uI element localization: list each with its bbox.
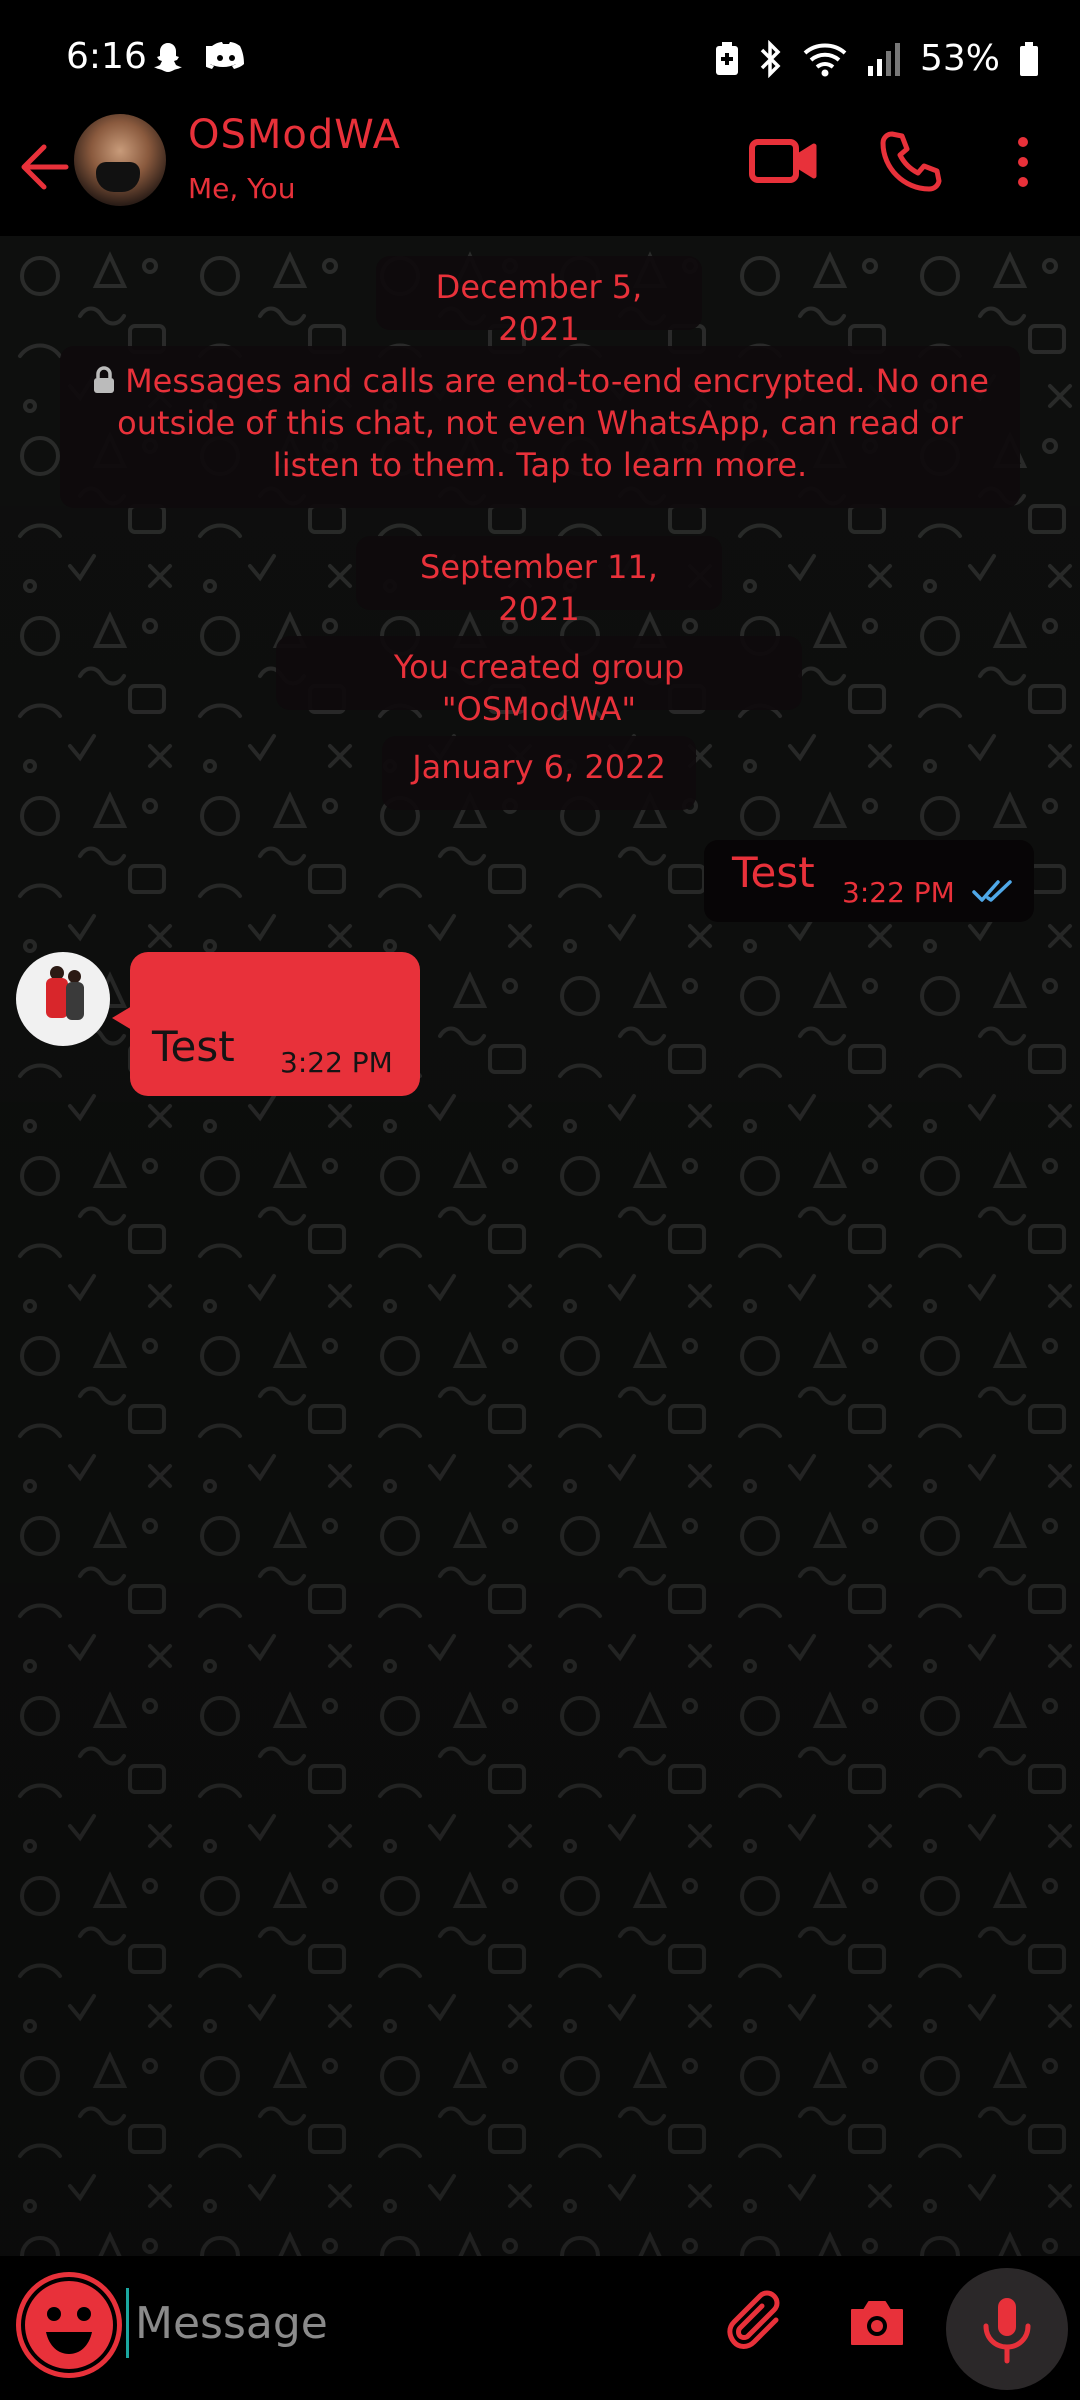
status-right-icons: 53% bbox=[714, 38, 1040, 79]
sender-avatar[interactable] bbox=[16, 952, 110, 1046]
video-call-button[interactable] bbox=[748, 136, 818, 186]
chat-header: OSModWA Me, You bbox=[0, 108, 1080, 236]
message-time: 3:22 PM bbox=[842, 876, 955, 909]
avatar-figure-body bbox=[46, 978, 68, 1018]
discord-icon bbox=[206, 42, 244, 69]
back-button[interactable] bbox=[18, 132, 72, 202]
emoji-icon bbox=[21, 2277, 117, 2373]
chat-subtitle[interactable]: Me, You bbox=[188, 172, 295, 205]
composer-bar bbox=[0, 2256, 1080, 2400]
date-divider: January 6, 2022 bbox=[382, 736, 696, 810]
group-avatar[interactable] bbox=[74, 114, 166, 206]
battery-percent: 53% bbox=[919, 38, 1000, 79]
status-bar: 6:16 53% bbox=[0, 0, 1080, 118]
more-vert-icon bbox=[1018, 137, 1028, 187]
avatar-mask-shape bbox=[96, 162, 140, 192]
message-text: Test bbox=[732, 848, 815, 897]
message-time: 3:22 PM bbox=[280, 1046, 393, 1079]
signal-icon bbox=[867, 42, 900, 76]
video-call-icon bbox=[749, 139, 817, 183]
status-time: 6:16 bbox=[66, 36, 147, 77]
outgoing-message[interactable]: Test 3:22 PM bbox=[704, 840, 1034, 922]
system-message: You created group "OSModWA" bbox=[276, 636, 802, 728]
bubble-tail bbox=[112, 1006, 132, 1030]
voice-record-button[interactable] bbox=[946, 2268, 1068, 2390]
battery-saver-icon bbox=[715, 41, 738, 75]
encryption-notice-text: Messages and calls are end-to-end encryp… bbox=[117, 362, 989, 485]
phone-icon bbox=[880, 131, 942, 192]
attach-icon bbox=[727, 2290, 780, 2349]
incoming-message[interactable]: Test 3:22 PM bbox=[130, 952, 420, 1096]
more-options-button[interactable] bbox=[1008, 132, 1038, 192]
emoji-button[interactable] bbox=[16, 2272, 122, 2378]
camera-icon bbox=[851, 2301, 903, 2345]
snapchat-icon bbox=[154, 43, 182, 72]
wifi-icon bbox=[803, 43, 847, 76]
voice-call-button[interactable] bbox=[878, 128, 944, 194]
message-text: Test bbox=[152, 1022, 235, 1071]
date-divider: December 5, 2021 bbox=[376, 256, 702, 348]
message-input[interactable] bbox=[126, 2288, 677, 2358]
battery-icon bbox=[1020, 41, 1038, 76]
attach-button[interactable] bbox=[724, 2290, 794, 2360]
chat-title[interactable]: OSModWA bbox=[188, 112, 401, 158]
lock-icon bbox=[94, 366, 115, 393]
status-left-icons bbox=[152, 40, 246, 76]
message-list[interactable]: December 5, 2021 Messages and calls are … bbox=[0, 236, 1080, 2256]
chat-screen: 6:16 53% OSModWA Me, You December 5, 202… bbox=[0, 0, 1080, 2400]
mic-icon bbox=[983, 2298, 1031, 2364]
double-check-icon bbox=[972, 880, 1012, 902]
back-arrow-icon bbox=[21, 144, 69, 190]
camera-button[interactable] bbox=[846, 2292, 908, 2354]
bluetooth-icon bbox=[760, 39, 781, 78]
avatar-figure-body bbox=[66, 982, 84, 1020]
date-divider: September 11, 2021 bbox=[356, 536, 722, 628]
encryption-notice[interactable]: Messages and calls are end-to-end encryp… bbox=[60, 346, 1020, 508]
